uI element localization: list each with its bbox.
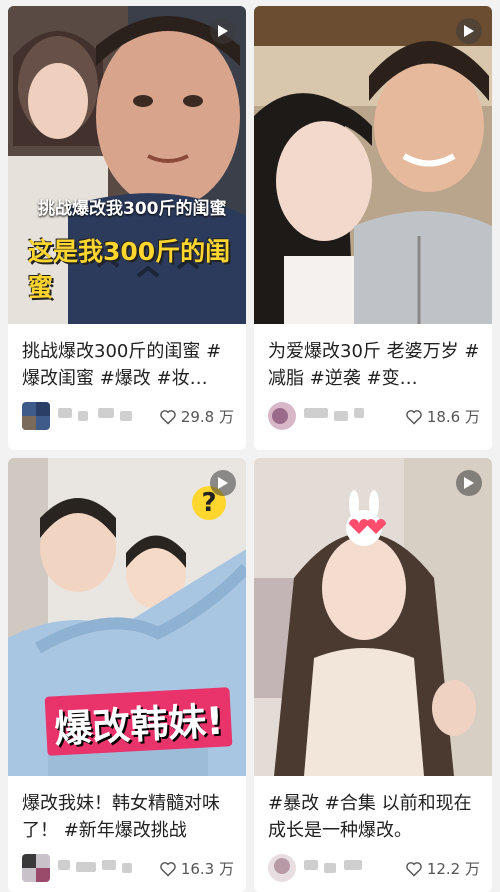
like-count-text: 18.6 万 <box>426 408 480 426</box>
video-title[interactable]: #暴改 #合集 以前和现在 成长是一种爆改。 <box>268 790 480 844</box>
thumbnail-caption-big: 爆改韩妹! <box>44 687 233 756</box>
thumbnail-image <box>254 6 492 324</box>
avatar[interactable] <box>268 402 296 430</box>
avatar[interactable] <box>268 854 296 882</box>
video-card[interactable]: 挑战爆改我300斤的闺蜜 这是我300斤的闺蜜 挑战爆改300斤的闺蜜 #爆改闺… <box>8 6 246 450</box>
play-icon[interactable] <box>456 470 482 496</box>
avatar[interactable] <box>22 854 50 882</box>
heart-outline-icon <box>406 409 422 425</box>
video-meta: 12.2 万 <box>268 854 480 882</box>
video-meta: 16.3 万 <box>22 854 234 882</box>
thumbnail-image <box>254 458 492 776</box>
like-count[interactable]: 16.3 万 <box>159 858 234 879</box>
like-count-text: 12.2 万 <box>426 860 480 878</box>
author-name-blurred[interactable] <box>58 860 134 876</box>
video-thumbnail[interactable] <box>254 6 492 324</box>
video-card[interactable]: #暴改 #合集 以前和现在 成长是一种爆改。 12.2 万 <box>254 458 492 892</box>
video-thumbnail[interactable]: ? 爆改韩妹! <box>8 458 246 776</box>
heart-outline-icon <box>160 409 176 425</box>
like-count[interactable]: 12.2 万 <box>405 858 480 879</box>
author-name-blurred[interactable] <box>304 408 380 424</box>
video-card[interactable]: ? 爆改韩妹! 爆改我妹！韩女精髓对味了！ #新年爆改挑战 16.3 万 <box>8 458 246 892</box>
like-count[interactable]: 29.8 万 <box>159 406 234 427</box>
thumbnail-caption-big: 这是我300斤的闺蜜 <box>28 237 231 302</box>
author-name-blurred[interactable] <box>304 860 380 876</box>
author-name-blurred[interactable] <box>58 408 134 424</box>
like-count-text: 16.3 万 <box>180 860 234 878</box>
video-thumbnail[interactable] <box>254 458 492 776</box>
play-icon[interactable] <box>210 18 236 44</box>
like-count-text: 29.8 万 <box>180 408 234 426</box>
video-meta: 29.8 万 <box>22 402 234 430</box>
avatar[interactable] <box>22 402 50 430</box>
video-thumbnail[interactable]: 挑战爆改我300斤的闺蜜 这是我300斤的闺蜜 <box>8 6 246 324</box>
play-icon[interactable] <box>210 470 236 496</box>
thumbnail-caption-small: 挑战爆改我300斤的闺蜜 <box>38 199 227 219</box>
video-feed: 挑战爆改我300斤的闺蜜 这是我300斤的闺蜜 挑战爆改300斤的闺蜜 #爆改闺… <box>0 0 500 892</box>
video-card[interactable]: 为爱爆改30斤 老婆万岁 #减脂 #逆袭 #变… 18.6 万 <box>254 6 492 450</box>
video-title[interactable]: 挑战爆改300斤的闺蜜 #爆改闺蜜 #爆改 #妆… <box>22 338 234 392</box>
video-title[interactable]: 为爱爆改30斤 老婆万岁 #减脂 #逆袭 #变… <box>268 338 480 392</box>
like-count[interactable]: 18.6 万 <box>405 406 480 427</box>
heart-outline-icon <box>160 861 176 877</box>
play-icon[interactable] <box>456 18 482 44</box>
video-meta: 18.6 万 <box>268 402 480 430</box>
heart-outline-icon <box>406 861 422 877</box>
video-title[interactable]: 爆改我妹！韩女精髓对味了！ #新年爆改挑战 <box>22 790 234 844</box>
